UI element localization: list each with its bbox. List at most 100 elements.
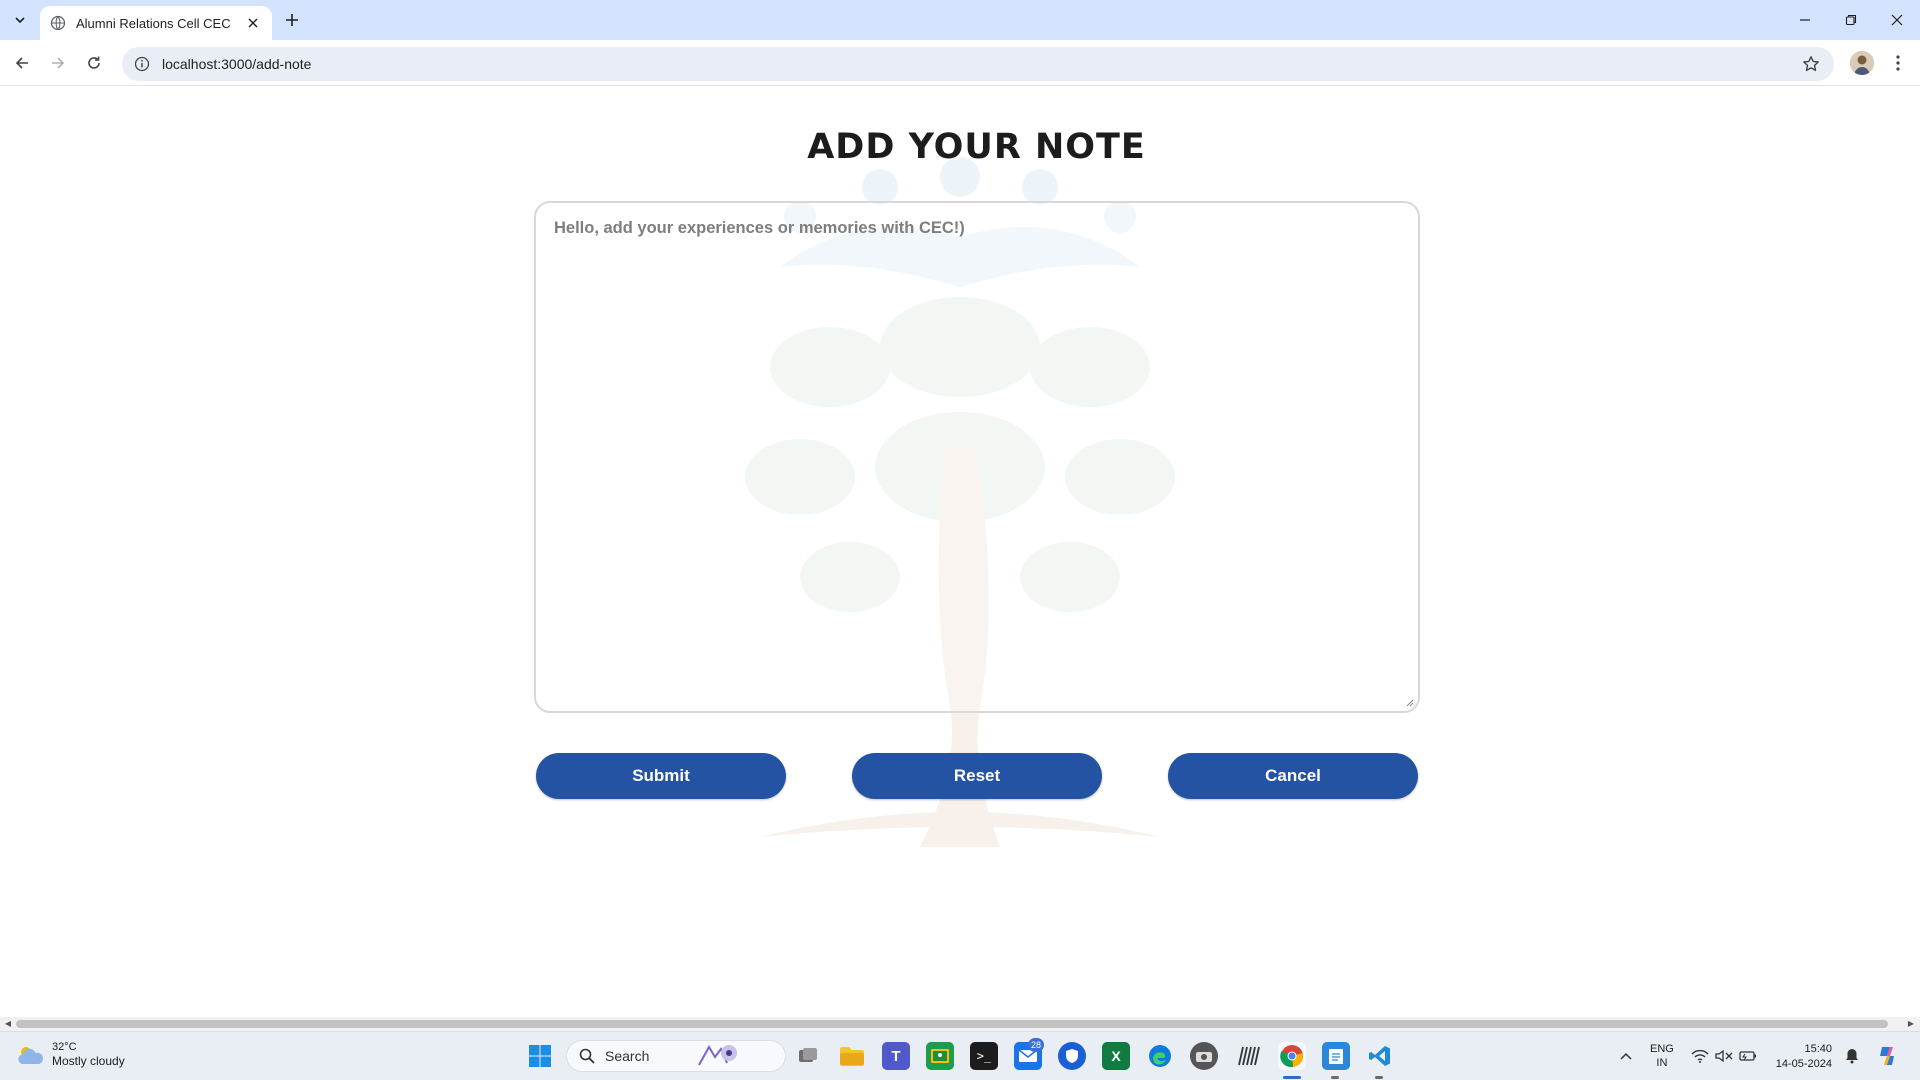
page-viewport: ADD YOUR NOTE Hello, add your experience… — [0, 87, 1920, 1017]
windows-logo-icon — [529, 1045, 551, 1067]
battery-button[interactable] — [1734, 1042, 1762, 1070]
copilot-button[interactable] — [1874, 1042, 1902, 1070]
more-vertical-icon — [1896, 55, 1900, 71]
vscode-button[interactable] — [1366, 1042, 1394, 1070]
profile-avatar[interactable] — [1850, 51, 1874, 75]
search-highlight-icon — [698, 1045, 738, 1066]
chevron-up-icon — [1620, 1052, 1632, 1060]
arrow-left-icon — [15, 57, 28, 69]
battery-icon — [1739, 1051, 1756, 1061]
taskbar: 32°C Mostly cloudy Search T >_ 28 X ENG … — [0, 1031, 1920, 1080]
task-view-icon — [799, 1048, 817, 1062]
reload-icon — [88, 56, 100, 69]
chrome-icon — [1280, 1045, 1303, 1068]
weather-widget[interactable]: 32°C Mostly cloudy — [16, 1040, 125, 1069]
edge-icon — [1149, 1045, 1171, 1067]
tab-search-button[interactable] — [8, 8, 32, 32]
folder-icon — [840, 1047, 864, 1066]
minimize-button[interactable] — [1782, 0, 1828, 40]
vscode-open-indicator — [1375, 1076, 1383, 1079]
restore-button[interactable] — [1828, 0, 1874, 40]
note-textarea[interactable]: Hello, add your experiences or memories … — [534, 201, 1420, 713]
resize-handle-icon[interactable] — [1404, 697, 1414, 707]
cloudy-weather-icon — [18, 1046, 44, 1064]
bookmark-star-icon[interactable] — [1802, 55, 1820, 73]
excel-button[interactable]: X — [1102, 1042, 1130, 1070]
camera-icon — [1196, 1052, 1212, 1062]
scroll-right-arrow-icon[interactable]: ▶ — [1906, 1019, 1916, 1029]
teams-icon: T — [891, 1047, 901, 1065]
language-code: ENG — [1650, 1043, 1674, 1055]
classroom-icon — [931, 1049, 949, 1063]
bell-icon — [1846, 1049, 1858, 1064]
show-hidden-icons-button[interactable] — [1612, 1042, 1640, 1070]
cancel-button[interactable]: Cancel — [1168, 753, 1418, 799]
reload-button[interactable] — [80, 49, 108, 77]
site-info-icon[interactable] — [134, 56, 150, 72]
window-close-button[interactable] — [1874, 0, 1920, 40]
scrollbar-thumb[interactable] — [16, 1020, 1888, 1028]
weather-temperature: 32°C — [52, 1041, 77, 1053]
scroll-left-arrow-icon[interactable]: ◀ — [3, 1019, 13, 1029]
forward-button[interactable] — [44, 49, 72, 77]
language-region: IN — [1656, 1057, 1668, 1069]
new-tab-button[interactable] — [280, 8, 304, 32]
excel-icon: X — [1111, 1048, 1121, 1064]
tab-close-button[interactable] — [244, 14, 262, 32]
restore-icon — [1845, 14, 1857, 26]
back-button[interactable] — [8, 49, 36, 77]
submit-button[interactable]: Submit — [536, 753, 786, 799]
clock-date: 14-05-2024 — [1775, 1058, 1832, 1070]
chrome-button[interactable] — [1278, 1042, 1306, 1070]
close-icon — [1891, 14, 1903, 26]
start-button[interactable] — [526, 1042, 554, 1070]
weather-condition: Mostly cloudy — [52, 1054, 125, 1068]
language-indicator[interactable]: ENG IN — [1650, 1042, 1674, 1070]
tab-title: Alumni Relations Cell CEC — [76, 15, 231, 31]
taskbar-search-label: Search — [605, 1048, 650, 1064]
camera-app-button[interactable] — [1190, 1042, 1218, 1070]
horizontal-scrollbar[interactable]: ◀ ▶ — [0, 1017, 1920, 1031]
task-view-button[interactable] — [794, 1042, 822, 1070]
globe-icon — [50, 15, 66, 31]
tab-strip: Alumni Relations Cell CEC — [0, 0, 1920, 40]
shield-icon — [1066, 1049, 1078, 1063]
app-button[interactable] — [1234, 1042, 1262, 1070]
vpn-app-button[interactable] — [1058, 1042, 1086, 1070]
barcode-icon — [1238, 1046, 1260, 1066]
terminal-button[interactable]: >_ — [970, 1042, 998, 1070]
chevron-down-icon — [15, 17, 25, 24]
teams-button[interactable]: T — [882, 1042, 910, 1070]
mail-unread-badge: 28 — [1028, 1038, 1044, 1052]
reset-button[interactable]: Reset — [852, 753, 1102, 799]
note-placeholder: Hello, add your experiences or memories … — [554, 219, 965, 237]
classroom-button[interactable] — [926, 1042, 954, 1070]
notifications-button[interactable] — [1838, 1042, 1866, 1070]
file-explorer-button[interactable] — [838, 1042, 866, 1070]
plus-icon — [286, 14, 298, 26]
wifi-icon — [1691, 1049, 1709, 1063]
browser-menu-button[interactable] — [1886, 50, 1910, 76]
taskbar-search[interactable]: Search — [566, 1040, 786, 1072]
system-clock[interactable]: 15:40 14-05-2024 — [1770, 1042, 1832, 1072]
browser-toolbar: localhost:3000/add-note — [0, 40, 1920, 86]
notepad-icon — [1329, 1049, 1343, 1064]
notepad-button[interactable] — [1322, 1042, 1350, 1070]
notepad-open-indicator — [1331, 1076, 1339, 1079]
minimize-icon — [1800, 19, 1810, 21]
address-bar[interactable]: localhost:3000/add-note — [122, 47, 1834, 81]
copilot-icon — [1880, 1047, 1894, 1065]
edge-button[interactable] — [1146, 1042, 1174, 1070]
avatar-icon — [1850, 51, 1874, 75]
browser-tab-active[interactable]: Alumni Relations Cell CEC — [40, 6, 272, 40]
chrome-active-indicator — [1283, 1076, 1301, 1079]
terminal-icon: >_ — [976, 1049, 992, 1063]
vscode-icon — [1369, 1046, 1390, 1066]
arrow-right-icon — [52, 57, 65, 69]
volume-muted-icon — [1715, 1049, 1733, 1063]
url-text[interactable]: localhost:3000/add-note — [162, 56, 311, 72]
search-icon — [579, 1048, 595, 1064]
clock-time: 15:40 — [1804, 1043, 1832, 1055]
page-title: ADD YOUR NOTE — [807, 127, 1146, 167]
close-icon — [248, 18, 258, 28]
